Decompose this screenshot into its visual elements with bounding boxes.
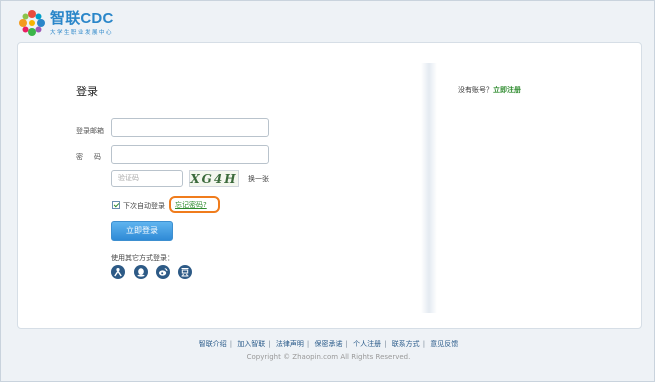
login-card: 登录 登录邮箱 密码 验证码 XG4H 换一张 下次自动登录 忘记密码? 立即登…	[17, 42, 642, 329]
footer-link[interactable]: 法律声明	[276, 340, 304, 348]
captcha-input[interactable]: 验证码	[111, 170, 183, 187]
email-field[interactable]	[111, 118, 269, 137]
captcha-image[interactable]: XG4H	[189, 170, 239, 187]
qq-icon[interactable]	[134, 265, 148, 279]
footer-link[interactable]: 个人注册	[353, 340, 381, 348]
other-methods-label: 使用其它方式登录：	[111, 254, 174, 262]
forgot-password-link[interactable]: 忘记密码?	[175, 200, 207, 210]
remember-label: 下次自动登录	[123, 202, 165, 210]
login-button[interactable]: 立即登录	[111, 221, 173, 241]
remember-checkbox[interactable]	[112, 201, 120, 209]
copyright: Copyright © Zhaopin.com All Rights Reser…	[246, 353, 411, 361]
renren-icon[interactable]	[111, 265, 125, 279]
refresh-captcha-link[interactable]: 换一张	[248, 174, 269, 184]
brand-name: 智联CDC	[50, 9, 114, 27]
signup-prompt: 没有账号？立即注册	[458, 85, 521, 95]
login-title: 登录	[76, 85, 98, 98]
footer-link[interactable]: 智联介绍	[199, 340, 227, 348]
page-frame: 智联CDC 大学生职业发展中心 登录 登录邮箱 密码 验证码 XG4H 换一张 …	[0, 0, 655, 382]
brand-subtitle: 大学生职业发展中心	[50, 29, 114, 36]
password-field[interactable]	[111, 145, 269, 164]
register-link[interactable]: 立即注册	[493, 86, 521, 94]
footer-link[interactable]: 保密承诺	[315, 340, 343, 348]
footer-link[interactable]: 加入智联	[237, 340, 265, 348]
footer-link[interactable]: 联系方式	[392, 340, 420, 348]
footer-links: 智联介绍 | 加入智联 | 法律声明 | 保密承诺 | 个人注册 | 联系方式 | 意见反馈	[198, 340, 459, 348]
logo[interactable]: 智联CDC 大学生职业发展中心	[17, 8, 114, 38]
vertical-divider	[421, 63, 437, 313]
signup-prompt-text: 没有账号？	[458, 86, 493, 94]
password-label: 密码	[76, 153, 112, 161]
douban-icon[interactable]	[178, 265, 192, 279]
footer-link[interactable]: 意见反馈	[430, 340, 458, 348]
email-label: 登录邮箱	[76, 127, 104, 135]
logo-flower-icon	[19, 10, 45, 36]
weibo-icon[interactable]	[156, 265, 170, 279]
